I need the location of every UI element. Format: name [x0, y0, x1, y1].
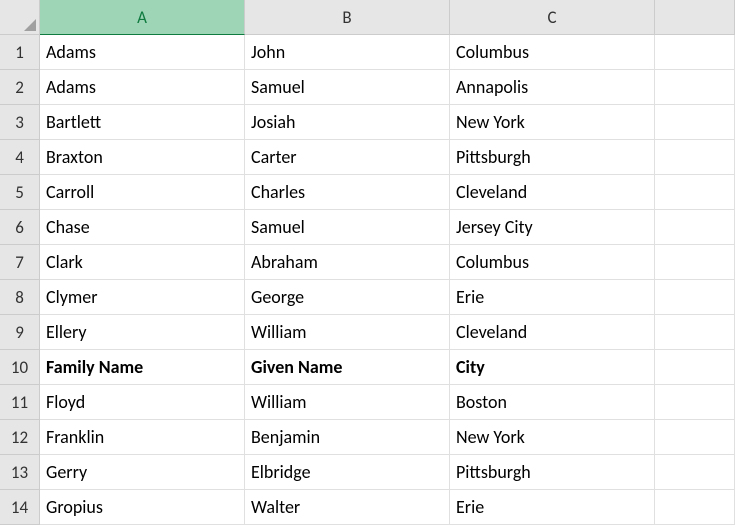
cell-a6[interactable]: Chase — [40, 210, 245, 245]
cell-b2[interactable]: Samuel — [245, 70, 450, 105]
row-header-2[interactable]: 2 — [0, 70, 40, 105]
col-header-c[interactable]: C — [450, 0, 655, 35]
cell-a4[interactable]: Braxton — [40, 140, 245, 175]
cell-blank-7[interactable] — [655, 245, 735, 280]
cell-c13[interactable]: Pittsburgh — [450, 455, 655, 490]
cell-blank-14[interactable] — [655, 490, 735, 525]
cell-a10[interactable]: Family Name — [40, 350, 245, 385]
cell-c8[interactable]: Erie — [450, 280, 655, 315]
cell-blank-5[interactable] — [655, 175, 735, 210]
row-header-7[interactable]: 7 — [0, 245, 40, 280]
cell-b11[interactable]: William — [245, 385, 450, 420]
col-header-b[interactable]: B — [245, 0, 450, 35]
row-header-4[interactable]: 4 — [0, 140, 40, 175]
row-header-9[interactable]: 9 — [0, 315, 40, 350]
row-header-3[interactable]: 3 — [0, 105, 40, 140]
cell-c14[interactable]: Erie — [450, 490, 655, 525]
cell-a14[interactable]: Gropius — [40, 490, 245, 525]
cell-c1[interactable]: Columbus — [450, 35, 655, 70]
cell-blank-12[interactable] — [655, 420, 735, 455]
cell-c9[interactable]: Cleveland — [450, 315, 655, 350]
cell-b14[interactable]: Walter — [245, 490, 450, 525]
cell-c2[interactable]: Annapolis — [450, 70, 655, 105]
cell-b10[interactable]: Given Name — [245, 350, 450, 385]
cell-a13[interactable]: Gerry — [40, 455, 245, 490]
cell-blank-13[interactable] — [655, 455, 735, 490]
cell-b13[interactable]: Elbridge — [245, 455, 450, 490]
cell-a3[interactable]: Bartlett — [40, 105, 245, 140]
row-header-8[interactable]: 8 — [0, 280, 40, 315]
row-header-5[interactable]: 5 — [0, 175, 40, 210]
row-header-11[interactable]: 11 — [0, 385, 40, 420]
row-header-12[interactable]: 12 — [0, 420, 40, 455]
cell-b3[interactable]: Josiah — [245, 105, 450, 140]
cell-blank-2[interactable] — [655, 70, 735, 105]
cell-blank-10[interactable] — [655, 350, 735, 385]
cell-blank-4[interactable] — [655, 140, 735, 175]
cell-b9[interactable]: William — [245, 315, 450, 350]
cell-c12[interactable]: New York — [450, 420, 655, 455]
row-header-13[interactable]: 13 — [0, 455, 40, 490]
cell-blank-11[interactable] — [655, 385, 735, 420]
cell-a1[interactable]: Adams — [40, 35, 245, 70]
row-header-14[interactable]: 14 — [0, 490, 40, 525]
cell-a12[interactable]: Franklin — [40, 420, 245, 455]
cell-a9[interactable]: Ellery — [40, 315, 245, 350]
cell-b1[interactable]: John — [245, 35, 450, 70]
cell-c7[interactable]: Columbus — [450, 245, 655, 280]
cell-c11[interactable]: Boston — [450, 385, 655, 420]
cell-blank-3[interactable] — [655, 105, 735, 140]
row-header-10[interactable]: 10 — [0, 350, 40, 385]
col-header-a[interactable]: A — [40, 0, 245, 35]
cell-b5[interactable]: Charles — [245, 175, 450, 210]
cell-b12[interactable]: Benjamin — [245, 420, 450, 455]
cell-c5[interactable]: Cleveland — [450, 175, 655, 210]
cell-blank-8[interactable] — [655, 280, 735, 315]
cell-b4[interactable]: Carter — [245, 140, 450, 175]
cell-c10[interactable]: City — [450, 350, 655, 385]
row-header-6[interactable]: 6 — [0, 210, 40, 245]
cell-blank-1[interactable] — [655, 35, 735, 70]
cell-b8[interactable]: George — [245, 280, 450, 315]
cell-a7[interactable]: Clark — [40, 245, 245, 280]
cell-a5[interactable]: Carroll — [40, 175, 245, 210]
cell-b6[interactable]: Samuel — [245, 210, 450, 245]
row-header-1[interactable]: 1 — [0, 35, 40, 70]
cell-c6[interactable]: Jersey City — [450, 210, 655, 245]
spreadsheet-grid: ABC1AdamsJohnColumbus2AdamsSamuelAnnapol… — [0, 0, 735, 525]
cell-a2[interactable]: Adams — [40, 70, 245, 105]
cell-b7[interactable]: Abraham — [245, 245, 450, 280]
cell-c3[interactable]: New York — [450, 105, 655, 140]
col-header-blank[interactable] — [655, 0, 735, 35]
cell-blank-6[interactable] — [655, 210, 735, 245]
cell-a11[interactable]: Floyd — [40, 385, 245, 420]
cell-blank-9[interactable] — [655, 315, 735, 350]
cell-c4[interactable]: Pittsburgh — [450, 140, 655, 175]
select-all-corner[interactable] — [0, 0, 40, 35]
cell-a8[interactable]: Clymer — [40, 280, 245, 315]
